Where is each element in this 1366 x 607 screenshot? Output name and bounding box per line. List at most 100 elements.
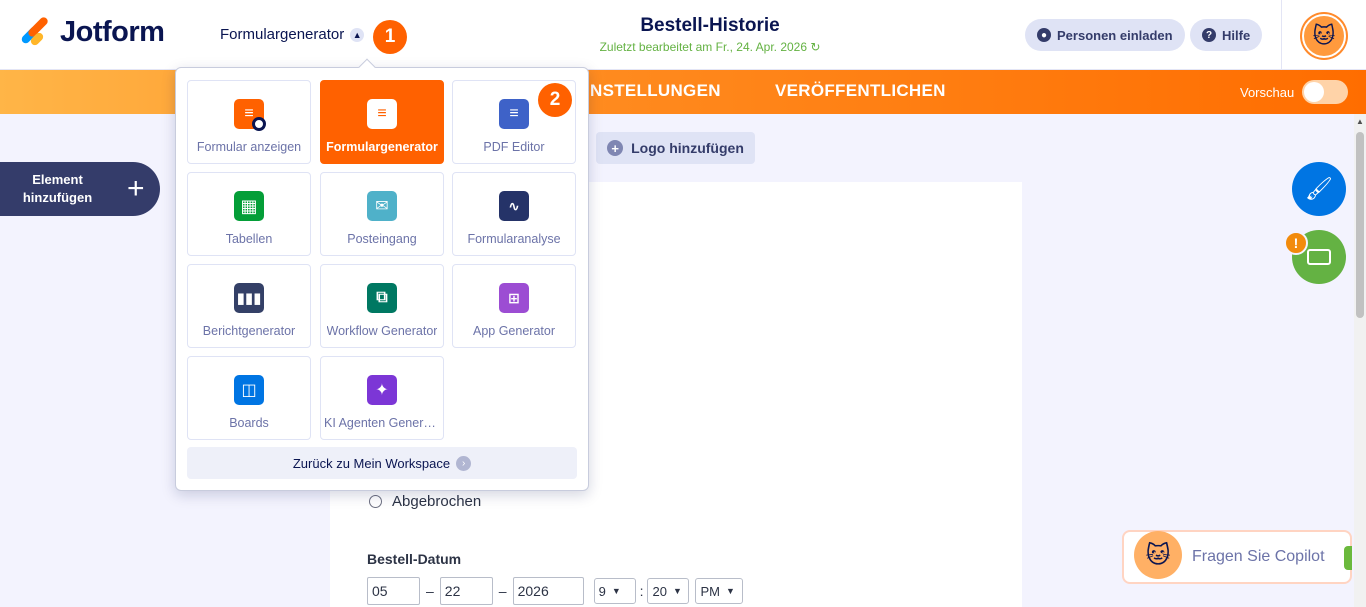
last-edited-text: Zuletzt bearbeitet am Fr., 24. Apr. 2026 [599, 40, 808, 54]
app-tile-app-generator[interactable]: ⊞ App Generator [452, 264, 576, 348]
order-date-field: 05 – 22 – 2026 9 ▼ : 20 ▼ PM ▼ [367, 577, 744, 605]
app-tile-ai-agent-generator[interactable]: ✦ KI Agenten Generator [320, 356, 444, 440]
help-button[interactable]: ? Hilfe [1190, 19, 1263, 51]
jotform-logo-mark-icon [18, 15, 50, 49]
app-tile-label: Formulargenerator [326, 140, 438, 154]
radio-option-label: Abgebrochen [392, 493, 482, 510]
preview-label: Vorschau [1240, 85, 1295, 100]
app-tile-inbox[interactable]: ✉ Posteingang [320, 172, 444, 256]
app-tile-tables[interactable]: ▦ Tabellen [187, 172, 311, 256]
app-tile-form-builder[interactable]: ≡ Formulargenerator [320, 80, 444, 164]
chevron-down-icon: ▼ [672, 586, 682, 596]
step-badge-1: 1 [373, 20, 407, 54]
app-tile-label: Posteingang [347, 232, 417, 246]
chevron-up-icon: ▲ [350, 27, 365, 42]
app-switcher-menu: ≡ Formular anzeigen ≡ Formulargenerator … [175, 58, 589, 491]
boards-icon: ◫ [234, 375, 264, 405]
plus-icon: + [127, 172, 145, 205]
chevron-down-icon: ▼ [611, 586, 621, 596]
app-tile-workflow-generator[interactable]: ⧉ Workflow Generator [320, 264, 444, 348]
app-builder-icon: ⊞ [499, 283, 529, 313]
scroll-up-icon[interactable]: ▲ [1356, 118, 1364, 126]
add-element-label: Element hinzufügen [22, 172, 93, 205]
workspace-label: Zurück zu Mein Workspace [292, 455, 451, 471]
tab-publish[interactable]: VERÖFFENTLICHEN [775, 81, 946, 101]
help-label: Hilfe [1222, 27, 1251, 43]
avatar[interactable]: 🐱 [1302, 14, 1346, 58]
app-tile-label: Tabellen [225, 232, 273, 246]
radio-button[interactable] [369, 495, 382, 508]
date-separator: – [498, 583, 507, 599]
app-tile-label: PDF Editor [483, 140, 545, 154]
app-tile-label: Formularanalyse [467, 232, 561, 246]
app-tile-label: Workflow Generator [326, 324, 438, 338]
radio-option-cancelled[interactable]: Abgebrochen [369, 493, 481, 510]
form-view-icon: ≡ [234, 99, 266, 131]
ai-agent-icon: ✦ [367, 375, 397, 405]
order-date-label: Bestell-Datum [367, 551, 462, 567]
date-separator: – [426, 583, 434, 599]
copilot-edge-indicator [1344, 546, 1352, 570]
paint-roller-icon: 🖌 [1305, 176, 1333, 201]
ampm-select[interactable]: PM ▼ [695, 578, 744, 604]
date-day-input[interactable]: 22 [439, 577, 493, 605]
app-tile-boards[interactable]: ◫ Boards [187, 356, 311, 440]
analytics-icon: ∿ [499, 191, 529, 221]
builder-switch[interactable]: Formulargenerator ▲ [220, 26, 365, 43]
top-header: Jotform Formulargenerator ▲ 1 Bestell-Hi… [0, 0, 1366, 70]
report-builder-icon: ▮▮▮ [234, 283, 264, 313]
question-icon: ? [1202, 28, 1216, 42]
app-tile-analytics[interactable]: ∿ Formularanalyse [452, 172, 576, 256]
date-month-input[interactable]: 05 [367, 577, 420, 605]
jotform-logo[interactable]: Jotform [18, 15, 165, 49]
scrollbar-thumb[interactable] [1356, 132, 1364, 318]
date-year-input[interactable]: 2026 [512, 577, 584, 605]
tables-icon: ▦ [234, 191, 264, 221]
preview-toggle-knob [1304, 82, 1324, 102]
last-edited-status: Zuletzt bearbeitet am Fr., 24. Apr. 2026… [540, 40, 880, 54]
app-tile-label: Berichtgenerator [202, 324, 296, 338]
app-tile-label: App Generator [473, 324, 555, 338]
app-tile-report-builder[interactable]: ▮▮▮ Berichtgenerator [187, 264, 311, 348]
form-designer-button[interactable]: 🖌 [1292, 162, 1346, 216]
person-icon: ● [1037, 28, 1051, 42]
pdf-editor-icon: ≡ [499, 99, 529, 129]
back-to-workspace-button[interactable]: Zurück zu Mein Workspace › [187, 447, 577, 479]
card-icon [1307, 249, 1331, 265]
logo-text: Jotform [60, 16, 165, 48]
inbox-icon: ✉ [367, 191, 397, 221]
app-tile-form-view[interactable]: ≡ Formular anzeigen [187, 80, 311, 164]
revision-history-icon[interactable]: ↻ [810, 40, 820, 54]
warning-badge-icon: ! [1284, 231, 1308, 255]
header-divider [1281, 0, 1282, 70]
copilot-button[interactable]: 🐱 Fragen Sie Copilot [1122, 530, 1352, 584]
form-title[interactable]: Bestell-Historie [540, 15, 880, 37]
minute-select[interactable]: 20 ▼ [647, 578, 690, 604]
form-builder-icon: ≡ [367, 99, 397, 129]
copilot-label: Fragen Sie Copilot [1192, 548, 1325, 565]
ampm-value: PM [700, 583, 720, 599]
app-tile-label: Formular anzeigen [196, 140, 302, 154]
invite-people-button[interactable]: ● Personen einladen [1025, 19, 1185, 51]
add-logo-button[interactable]: + Logo hinzufügen [596, 132, 755, 164]
tab-settings[interactable]: NSTELLUNGEN [590, 81, 721, 101]
preview-toggle[interactable] [1302, 80, 1348, 104]
minute-value: 20 [652, 583, 667, 599]
builder-switch-label: Formulargenerator [220, 26, 345, 43]
step-badge-2: 2 [538, 83, 572, 117]
invite-label: Personen einladen [1057, 27, 1173, 43]
form-title-area: Bestell-Historie Zuletzt bearbeitet am F… [540, 15, 880, 54]
copilot-avatar-icon: 🐱 [1134, 531, 1182, 579]
add-logo-label: Logo hinzufügen [631, 140, 744, 156]
scrollbar[interactable]: ▲ [1354, 114, 1366, 607]
plus-circle-icon: + [607, 140, 624, 156]
app-tile-label: Boards [229, 416, 269, 430]
chevron-down-icon: ▼ [725, 586, 735, 596]
add-element-button[interactable]: Element hinzufügen + [0, 162, 160, 216]
chevron-right-icon: › [456, 455, 472, 471]
hour-value: 9 [598, 583, 606, 599]
time-separator: : [639, 583, 644, 599]
app-tile-label: KI Agenten Generator [324, 416, 440, 430]
hour-select[interactable]: 9 ▼ [593, 578, 636, 604]
workflow-icon: ⧉ [367, 283, 397, 313]
